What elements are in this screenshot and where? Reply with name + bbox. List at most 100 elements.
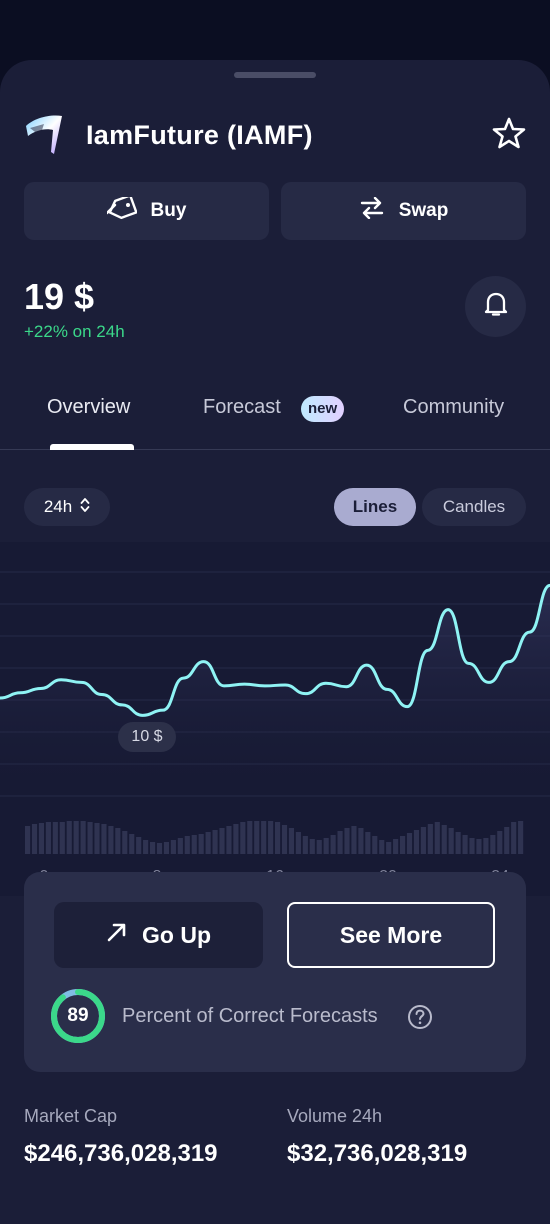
volume-bar	[240, 822, 246, 854]
chart-controls: 24h Lines Candles	[24, 488, 526, 526]
volume-bar	[490, 835, 496, 854]
volume-bar	[275, 822, 281, 854]
volume-bar	[434, 822, 440, 854]
favorite-star-icon[interactable]	[492, 116, 526, 150]
price-chart-svg	[0, 571, 550, 854]
volume-bar	[288, 828, 295, 854]
volume-bar	[518, 821, 524, 854]
arrow-up-right-icon	[106, 921, 128, 949]
volume-bar	[469, 838, 475, 854]
volume-bar	[281, 825, 288, 854]
volume-bar	[379, 840, 385, 854]
tab-community[interactable]: Community	[403, 396, 504, 419]
volume-bar	[455, 832, 461, 854]
volume-bar	[295, 832, 301, 854]
volume-bar	[413, 830, 420, 854]
volume-bar	[420, 827, 426, 854]
volume-bar	[226, 826, 232, 854]
volume-bar	[115, 828, 121, 854]
forecast-card: Go Up See More 89 Percent of Correct For…	[24, 872, 526, 1072]
lines-mode-button[interactable]: Lines	[334, 488, 416, 526]
volume-bar	[358, 828, 364, 854]
market-cap-label: Market Cap	[24, 1106, 118, 1126]
volume-bar	[38, 823, 45, 854]
price-chart[interactable]: 10 $ 0 8 16 20 24	[0, 542, 550, 896]
volume-bar	[177, 838, 183, 854]
volume-bar	[191, 835, 197, 854]
volume-bar	[309, 839, 315, 854]
volume-bar	[219, 828, 225, 854]
volume-bar	[427, 824, 433, 854]
see-more-button[interactable]: See More	[287, 902, 495, 968]
volume-bar	[136, 837, 142, 854]
active-tab-indicator	[50, 444, 134, 450]
volume-bar	[212, 830, 218, 854]
current-price: 19 $	[24, 276, 95, 317]
min-price-label: 10 $	[118, 722, 176, 752]
volume-bar	[504, 827, 510, 854]
buy-button[interactable]: Buy	[24, 182, 269, 240]
volume-bar	[386, 842, 392, 854]
tab-forecast[interactable]: Forecast	[203, 396, 281, 419]
volume-24h-label: Volume 24h	[287, 1106, 383, 1126]
details-tabs: Overview Forecast new Community	[0, 380, 550, 450]
price-area-fill	[0, 585, 550, 802]
forecast-score-value: 89	[67, 1005, 89, 1026]
volume-bar	[59, 822, 65, 854]
volume-bar	[233, 824, 239, 854]
new-badge: new	[301, 396, 345, 422]
tab-overview[interactable]: Overview	[47, 396, 130, 419]
volume-bar	[254, 821, 260, 854]
volume-bar	[80, 821, 86, 854]
volume-bar	[476, 839, 482, 854]
volume-bar	[316, 840, 322, 854]
coin-title: IamFuture (IAMF)	[86, 120, 313, 150]
action-buttons: Buy Swap	[24, 182, 526, 240]
volume-bar	[108, 826, 114, 854]
price-alert-button[interactable]	[465, 276, 526, 337]
volume-24h-value: $32,736,028,319	[287, 1140, 468, 1167]
volume-bar	[351, 826, 357, 854]
swap-arrows-icon	[359, 196, 385, 225]
iamfuture-logo-icon	[24, 114, 64, 156]
price-change-24h: +22% on 24h	[24, 322, 125, 341]
volume-bar	[448, 828, 454, 854]
volume-bar	[87, 822, 93, 854]
volume-bar	[372, 836, 378, 854]
go-up-button[interactable]: Go Up	[54, 902, 263, 968]
tag-icon	[105, 194, 138, 225]
bell-icon	[484, 291, 508, 322]
volume-bar	[483, 838, 489, 854]
volume-bar	[52, 822, 58, 854]
volume-bar	[393, 839, 399, 854]
time-range-select[interactable]: 24h	[24, 488, 110, 526]
volume-bar	[441, 825, 447, 854]
swap-button[interactable]: Swap	[281, 182, 526, 240]
coin-header: IamFuture (IAMF)	[24, 112, 526, 160]
volume-bar	[170, 840, 176, 854]
volume-bar	[261, 821, 267, 854]
volume-bar	[268, 821, 274, 854]
candles-mode-button[interactable]: Candles	[422, 488, 526, 526]
volume-bar	[337, 831, 343, 854]
volume-bar	[344, 828, 350, 854]
swap-label: Swap	[398, 200, 449, 221]
volume-bar	[400, 836, 406, 854]
sheet-drag-handle[interactable]	[234, 72, 316, 78]
buy-label: Buy	[150, 200, 187, 221]
volume-bar	[143, 840, 149, 854]
volume-bar	[101, 824, 107, 854]
volume-bar	[94, 823, 100, 854]
volume-bar	[66, 821, 72, 854]
time-range-value: 24h	[43, 497, 73, 516]
volume-bar	[365, 832, 371, 854]
volume-bar	[323, 838, 329, 854]
up-down-chevron-icon	[80, 497, 90, 518]
question-circle-icon[interactable]	[407, 1004, 433, 1030]
volume-bar	[25, 826, 31, 854]
market-cap-value: $246,736,028,319	[24, 1140, 218, 1167]
volume-bar	[163, 842, 170, 854]
volume-bar	[406, 833, 413, 854]
volume-bar	[205, 832, 211, 854]
coin-details-sheet: IamFuture (IAMF) Buy Swap 19 $ +22% on 2…	[0, 60, 550, 1224]
